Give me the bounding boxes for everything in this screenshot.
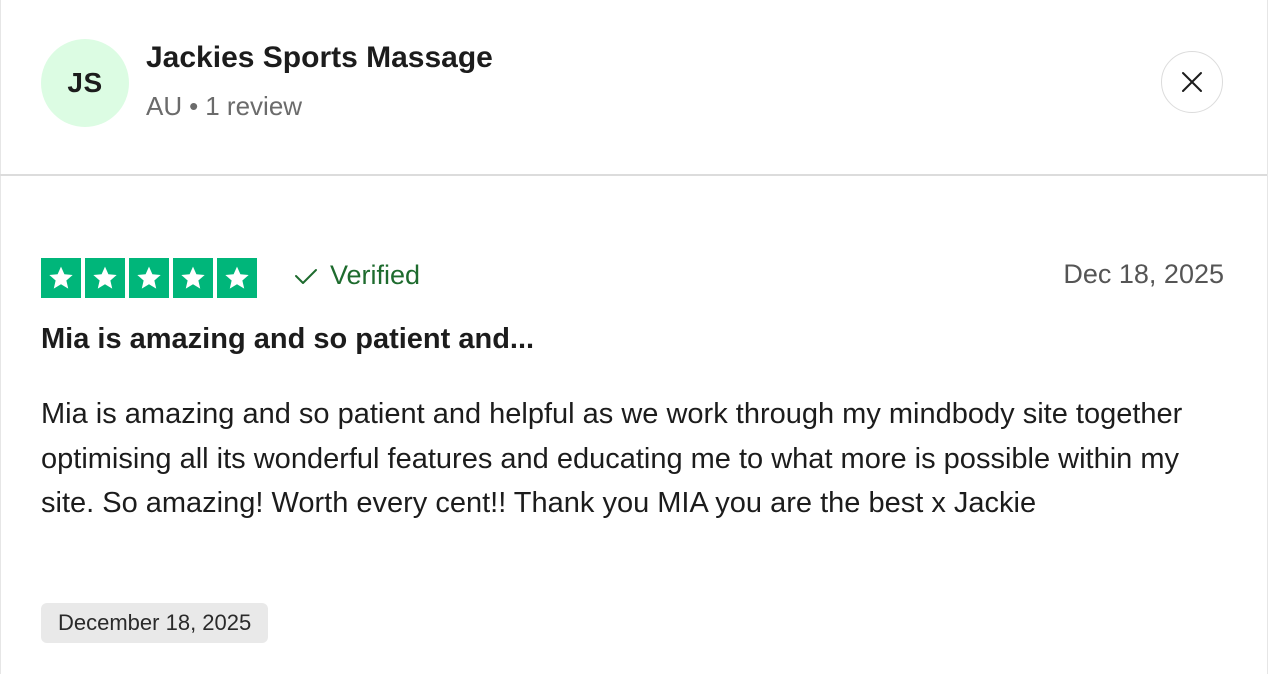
star-icon [181, 266, 205, 289]
review-date: Dec 18, 2025 [1063, 259, 1224, 289]
reviewer-review-count: 1 review [205, 91, 303, 121]
reviewer-country: AU [146, 91, 183, 121]
verified-label: Verified [330, 260, 421, 290]
reviewer-meta: AU • 1 review [146, 91, 302, 122]
experience-date: December 18, 2025 [58, 610, 252, 635]
modal-header: JS Jackies Sports Massage AU • 1 review [0, 0, 1268, 176]
star-icon [49, 266, 73, 289]
avatar: JS [41, 39, 129, 127]
review-title: Mia is amazing and so patient and... [41, 323, 535, 355]
star-4 [173, 258, 213, 298]
close-button[interactable] [1161, 51, 1223, 113]
verified-badge: Verified [294, 260, 420, 291]
review-modal: JS Jackies Sports Massage AU • 1 review Ve… [0, 0, 1268, 674]
star-1 [41, 258, 81, 298]
check-icon [295, 268, 317, 284]
star-icon [93, 266, 117, 289]
star-icon [137, 266, 161, 289]
star-3 [129, 258, 169, 298]
avatar-initials: JS [67, 67, 103, 98]
star-icon [225, 266, 249, 289]
experience-date-chip: December 18, 2025 [41, 603, 269, 643]
meta-separator: • [189, 91, 199, 121]
star-5 [217, 258, 257, 298]
reviewer-name: Jackies Sports Massage [146, 41, 493, 74]
close-icon [1182, 72, 1202, 92]
review-text: Mia is amazing and so patient and helpfu… [41, 398, 1183, 519]
star-2 [85, 258, 125, 298]
star-rating [41, 258, 257, 298]
